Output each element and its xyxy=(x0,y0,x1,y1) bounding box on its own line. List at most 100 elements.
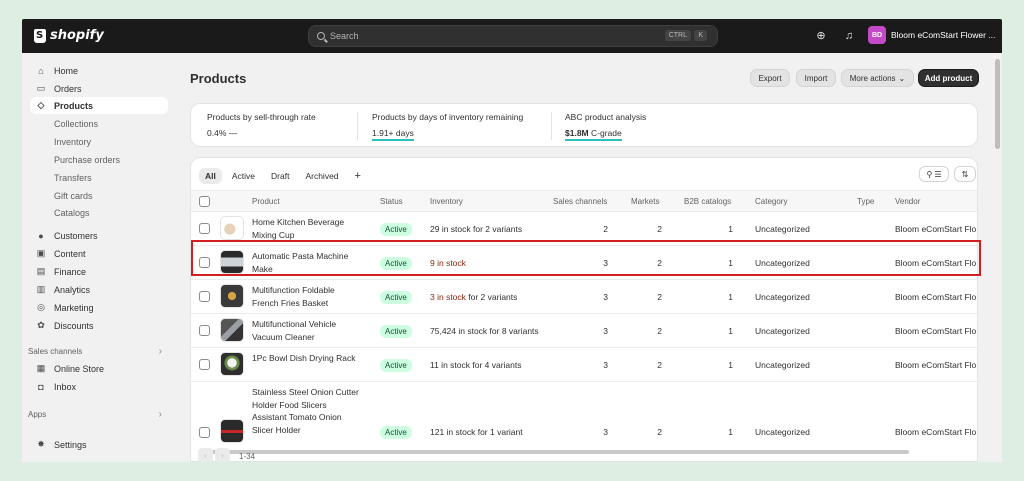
prev-page-button[interactable]: ‹ xyxy=(198,448,213,462)
column-header-b2b-catalogs[interactable]: B2B catalogs xyxy=(684,197,731,206)
sidebar-item-content[interactable]: ▣ Content xyxy=(30,245,168,262)
select-all-checkbox[interactable] xyxy=(199,196,210,207)
vendor-cell: Bloom eComStart Flo xyxy=(895,427,977,437)
sidebar: ⌂ Home ▭ Orders ◇ Products Collections Inve… xyxy=(22,53,174,462)
tab-all[interactable]: All xyxy=(199,168,222,184)
inventory-text: 11 in stock for 4 variants xyxy=(430,360,522,370)
product-thumbnail[interactable] xyxy=(220,352,244,376)
status-badge: Active xyxy=(380,426,412,439)
metric-abc-analysis[interactable]: ABC product analysis $1.8M C-grade xyxy=(565,112,646,141)
product-name[interactable]: Stainless Steel Onion Cutter Holder Food… xyxy=(252,386,362,436)
sidebar-item-catalogs[interactable]: Catalogs xyxy=(30,204,168,221)
sidebar-item-analytics[interactable]: ▥ Analytics xyxy=(30,281,168,298)
product-name[interactable]: 1Pc Bowl Dish Drying Rack xyxy=(252,352,362,365)
sidebar-item-online-store[interactable]: ▦ Online Store xyxy=(30,360,168,377)
markets-count: 2 xyxy=(657,326,662,336)
table-row[interactable]: Stainless Steel Onion Cutter Holder Food… xyxy=(191,382,977,452)
row-checkbox[interactable] xyxy=(199,427,210,438)
product-thumbnail[interactable] xyxy=(220,318,244,342)
person-icon: ● xyxy=(38,230,44,241)
image-icon: ▣ xyxy=(36,248,46,258)
vertical-scrollbar[interactable] xyxy=(995,59,1000,149)
sidebar-item-settings[interactable]: ✸ Settings xyxy=(30,436,168,453)
sidebar-item-customers[interactable]: ● Customers xyxy=(30,227,168,244)
sidebar-item-purchase-orders[interactable]: Purchase orders xyxy=(30,151,168,168)
table-row[interactable]: 1Pc Bowl Dish Drying Rack Active 11 in s… xyxy=(191,348,977,382)
product-thumbnail[interactable] xyxy=(220,216,244,240)
sidekick-icon[interactable]: ⊕ xyxy=(814,29,828,43)
tab-archived[interactable]: Archived xyxy=(299,168,344,184)
sidebar-item-home[interactable]: ⌂ Home xyxy=(30,62,168,79)
sort-button[interactable]: ⇅ xyxy=(954,166,976,182)
column-header-product[interactable]: Product xyxy=(252,197,280,206)
column-header-markets[interactable]: Markets xyxy=(631,197,659,206)
product-name[interactable]: Multifunction Foldable French Fries Bask… xyxy=(252,284,362,309)
search-bar[interactable]: Search CTRL K xyxy=(308,25,718,47)
chevron-right-icon: › xyxy=(158,346,162,357)
vendor-cell: Bloom eComStart Flo xyxy=(895,292,977,302)
shopify-logo[interactable]: shopify xyxy=(34,28,104,43)
sidebar-item-transfers[interactable]: Transfers xyxy=(30,169,168,186)
metric-days-inventory[interactable]: Products by days of inventory remaining … xyxy=(372,112,523,141)
store-name: Bloom eComStart Flower ... xyxy=(891,30,996,40)
markets-count: 2 xyxy=(657,360,662,370)
more-actions-button[interactable]: More actions ⌄ xyxy=(841,69,914,87)
row-checkbox[interactable] xyxy=(199,291,210,302)
export-button[interactable]: Export xyxy=(750,69,790,87)
column-header-status[interactable]: Status xyxy=(380,197,403,206)
column-header-inventory[interactable]: Inventory xyxy=(430,197,463,206)
product-name[interactable]: Home Kitchen Beverage Mixing Cup xyxy=(252,216,362,241)
import-button[interactable]: Import xyxy=(796,69,836,87)
store-switcher[interactable]: BD Bloom eComStart Flower ... xyxy=(868,26,995,44)
sales-channels-header[interactable]: Sales channels › xyxy=(22,343,168,360)
apps-header[interactable]: Apps › xyxy=(22,406,168,423)
row-checkbox[interactable] xyxy=(199,325,210,336)
table-row[interactable]: Multifunctional Vehicle Vacuum Cleaner A… xyxy=(191,314,977,348)
divider xyxy=(551,112,552,140)
row-checkbox[interactable] xyxy=(199,223,210,234)
markets-count: 2 xyxy=(657,224,662,234)
sidebar-item-products[interactable]: ◇ Products xyxy=(30,97,168,114)
sidebar-item-gift-cards[interactable]: Gift cards xyxy=(30,187,168,204)
markets-count: 2 xyxy=(657,292,662,302)
inventory-low-text: 3 in stock xyxy=(430,292,466,302)
more-actions-label: More actions xyxy=(849,73,896,83)
sidebar-item-label: Home xyxy=(54,65,79,76)
shopify-bag-icon xyxy=(34,28,46,43)
b2b-catalogs-count: 1 xyxy=(728,427,733,437)
add-view-button[interactable]: + xyxy=(349,167,367,185)
sidebar-item-label: Inbox xyxy=(54,381,77,392)
tab-draft[interactable]: Draft xyxy=(265,168,295,184)
column-header-vendor[interactable]: Vendor xyxy=(895,197,920,206)
sidebar-item-discounts[interactable]: ✿ Discounts xyxy=(30,317,168,334)
inventory-cell: 11 in stock for 4 variants xyxy=(430,360,522,370)
row-checkbox[interactable] xyxy=(199,359,210,370)
sidebar-item-finance[interactable]: ▤ Finance xyxy=(30,263,168,280)
sidebar-item-label: Inventory xyxy=(54,136,92,147)
bell-icon[interactable]: ♫ xyxy=(842,29,856,43)
sidebar-item-label: Finance xyxy=(54,266,87,277)
product-name[interactable]: Multifunctional Vehicle Vacuum Cleaner xyxy=(252,318,362,343)
next-page-button[interactable]: › xyxy=(215,448,230,462)
sidebar-item-collections[interactable]: Collections xyxy=(30,115,168,132)
product-thumbnail[interactable] xyxy=(220,419,244,443)
tab-active[interactable]: Active xyxy=(226,168,261,184)
search-filter-button[interactable]: ⚲ ☰ xyxy=(919,166,949,182)
shortcut-ctrl-key: CTRL xyxy=(664,30,691,41)
column-header-sales-channels[interactable]: Sales channels xyxy=(553,197,607,206)
discount-icon: ✿ xyxy=(37,320,45,330)
sidebar-item-label: Analytics xyxy=(54,284,91,295)
horizontal-scrollbar[interactable] xyxy=(199,450,909,454)
product-thumbnail[interactable] xyxy=(220,284,244,308)
inventory-cell: 29 in stock for 2 variants xyxy=(430,224,522,234)
add-product-button[interactable]: Add product xyxy=(918,69,979,87)
column-header-type[interactable]: Type xyxy=(857,197,874,206)
metric-title: ABC product analysis xyxy=(565,112,647,122)
sidebar-item-marketing[interactable]: ◎ Marketing xyxy=(30,299,168,316)
sidebar-item-orders[interactable]: ▭ Orders xyxy=(30,80,168,97)
column-header-category[interactable]: Category xyxy=(755,197,787,206)
sidebar-item-inventory[interactable]: Inventory xyxy=(30,133,168,150)
sidebar-item-inbox[interactable]: ◘ Inbox xyxy=(30,378,168,395)
table-row[interactable]: Multifunction Foldable French Fries Bask… xyxy=(191,280,977,314)
metric-sell-through[interactable]: Products by sell-through rate 0.4% — xyxy=(207,112,316,138)
